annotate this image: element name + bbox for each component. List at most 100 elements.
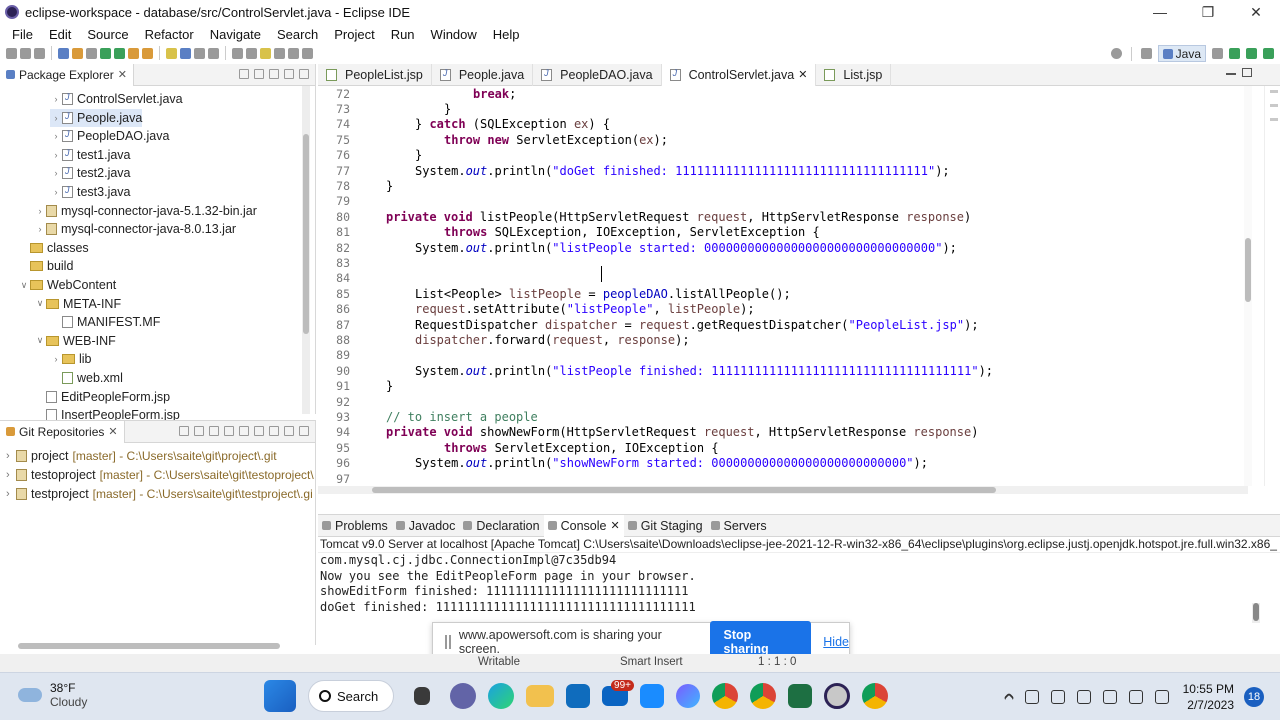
save-icon[interactable] [20,47,31,59]
editor-tab[interactable]: List.jsp [816,63,892,86]
menu-source[interactable]: Source [79,27,136,42]
console-output[interactable]: com.mysql.cj.jdbc.ConnectionImpl@7c35db9… [318,553,1280,615]
task-view-icon[interactable] [414,687,430,705]
search-icon[interactable] [180,47,191,59]
refresh-icon[interactable] [239,426,249,436]
maximize-button[interactable]: ❐ [1184,0,1232,24]
create-repository-icon[interactable] [224,426,234,436]
tree-item[interactable]: › ControlServlet.java [50,90,183,108]
search-icon[interactable] [1110,48,1122,59]
chevron-right-icon[interactable]: › [6,488,16,500]
close-icon[interactable]: ✕ [610,519,619,532]
microphone-icon[interactable] [1076,690,1091,704]
editor-vertical-scrollbar[interactable] [1244,86,1252,486]
ruler-mark[interactable] [1270,90,1278,93]
editor-tab[interactable]: People.java [432,63,534,86]
wifi-icon[interactable] [1102,690,1117,704]
battery-icon[interactable] [1154,690,1169,704]
tree-item[interactable]: MANIFEST.MF [50,313,160,331]
volume-icon[interactable] [1128,690,1143,704]
zoom-app-icon[interactable] [640,684,664,708]
clock[interactable]: 10:55 PM 2/7/2023 [1183,681,1234,713]
tab-git-staging[interactable]: Git Staging [624,515,707,537]
file-explorer-icon[interactable] [526,685,554,707]
tab-problems[interactable]: Problems [318,515,392,537]
server-icon[interactable] [86,47,97,59]
java-perspective-button[interactable]: Java [1157,45,1206,62]
open-type-icon[interactable] [166,47,177,59]
view-menu-icon[interactable] [269,69,279,79]
external-tools-icon[interactable] [1263,48,1274,59]
teams-chat-icon[interactable] [450,683,476,709]
show-whitespace-icon[interactable] [208,47,219,59]
git-repository-item[interactable]: › testoproject [master] - C:\Users\saite\g… [6,466,314,484]
close-button[interactable]: ✕ [1232,0,1280,24]
tab-console[interactable]: Console ✕ [543,514,624,537]
onedrive-icon[interactable] [1024,690,1039,704]
code-editor[interactable]: 97 96 System.out.println("showNewForm star… [318,86,1248,494]
tab-javadoc[interactable]: Javadoc [392,515,460,537]
terminal-icon[interactable] [58,47,69,59]
chrome-icon[interactable] [862,683,888,709]
editor-tab[interactable]: ControlServlet.java✕ [661,63,817,86]
minimize-view-icon[interactable] [1226,73,1236,75]
menu-window[interactable]: Window [423,27,485,42]
horizontal-scrollbar[interactable] [318,486,1248,494]
menu-run[interactable]: Run [383,27,423,42]
new-icon[interactable] [6,47,17,59]
back-icon[interactable] [274,47,285,59]
chevron-down-icon[interactable]: ∨ [18,280,30,291]
tab-git-repositories[interactable]: Git Repositories ✕ [0,420,125,443]
ruler-mark[interactable] [1270,118,1278,121]
tree-item[interactable]: › test1.java [50,146,131,164]
excel-icon[interactable] [788,684,812,708]
maximize-view-icon[interactable] [299,426,309,436]
mail-icon[interactable]: 99+ [602,680,634,706]
minimize-view-icon[interactable] [284,426,294,436]
chevron-down-icon[interactable]: ∨ [34,335,46,346]
maximize-view-icon[interactable] [1242,68,1252,77]
clone-repository-icon[interactable] [209,426,219,436]
tree-item[interactable]: ∨ WebContent [18,276,117,294]
coverage-icon[interactable] [1246,48,1257,59]
chevron-right-icon[interactable]: › [50,94,62,104]
chevron-right-icon[interactable]: › [50,354,62,364]
chevron-up-icon[interactable] [1002,692,1015,704]
taskbar-search[interactable]: Search [308,680,394,712]
add-repository-icon[interactable] [194,426,204,436]
horizontal-scrollbar[interactable] [18,643,280,649]
close-icon[interactable]: ✕ [798,68,807,81]
tree-item[interactable]: EditPeopleForm.jsp [34,388,170,406]
copilot-icon[interactable] [676,684,700,708]
scrollbar-thumb[interactable] [1253,603,1259,621]
tree-item[interactable]: › test2.java [50,164,131,182]
chrome-profile-icon[interactable] [712,683,738,709]
git-repository-item[interactable]: › testproject [master] - C:\Users\saite\gi… [6,485,313,503]
weather-widget[interactable]: 38°F Cloudy [18,681,87,709]
chevron-right-icon[interactable]: › [50,131,62,141]
vertical-scrollbar[interactable] [302,86,310,414]
last-edit-location-icon[interactable] [260,47,271,59]
debug-perspective-icon[interactable] [1212,48,1223,59]
tab-package-explorer[interactable]: Package Explorer ✕ [0,63,134,86]
console-vertical-scrollbar[interactable] [1252,603,1260,623]
menu-edit[interactable]: Edit [41,27,79,42]
menu-refactor[interactable]: Refactor [137,27,202,42]
tab-declaration[interactable]: Declaration [459,515,543,537]
notification-badge[interactable]: 18 [1244,687,1264,707]
skip-breakpoints-icon[interactable] [72,47,83,59]
scrollbar-thumb[interactable] [372,487,996,493]
minimize-button[interactable]: — [1136,0,1184,24]
tab-servers[interactable]: Servers [707,515,771,537]
menu-search[interactable]: Search [269,27,326,42]
tree-item[interactable]: web.xml [50,369,123,387]
open-perspective-icon[interactable] [1140,48,1152,59]
eclipse-taskbar-icon[interactable] [824,683,850,709]
tree-item[interactable]: › mysql-connector-java-5.1.32-bin.jar [34,202,257,220]
chevron-right-icon[interactable]: › [6,450,16,462]
tree-item[interactable]: ∨ WEB-INF [34,332,116,350]
save-all-icon[interactable] [34,47,45,59]
previous-annotation-icon[interactable] [246,47,257,59]
microsoft-store-icon[interactable] [566,684,590,708]
chevron-right-icon[interactable]: › [50,150,62,160]
